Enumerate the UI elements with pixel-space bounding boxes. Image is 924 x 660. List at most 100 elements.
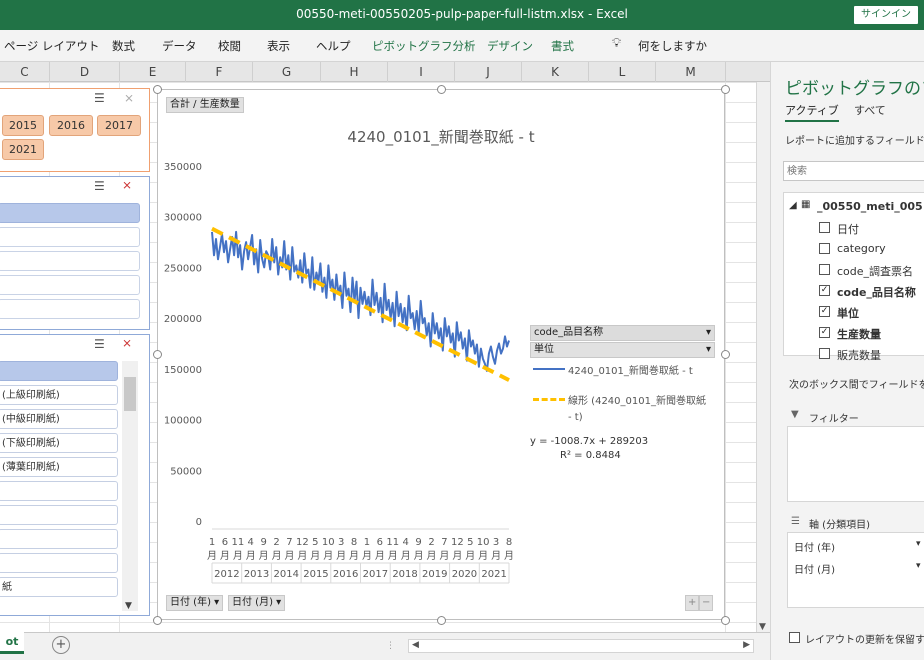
slicer-item[interactable]: (中級印刷紙) xyxy=(0,409,118,429)
slicer-item[interactable] xyxy=(0,299,140,319)
multi-select-icon[interactable]: ☰ xyxy=(94,179,105,193)
slicer-item[interactable] xyxy=(0,481,118,501)
scroll-right-icon[interactable]: ▶ xyxy=(743,640,750,650)
scroll-thumb[interactable] xyxy=(124,377,136,411)
scroll-down-icon[interactable]: ▼ xyxy=(759,622,766,632)
slicer-scrollbar[interactable]: ▼ xyxy=(122,361,138,611)
tab-data[interactable]: データ xyxy=(162,38,197,54)
filter-drop-area[interactable] xyxy=(787,426,924,502)
column-header-j[interactable]: J xyxy=(455,62,522,82)
clear-filter-icon[interactable]: ⨯ xyxy=(124,91,134,105)
slicer-item[interactable] xyxy=(0,227,140,247)
field-label[interactable]: category xyxy=(837,242,886,255)
column-header-h[interactable]: H xyxy=(321,62,388,82)
slicer-item[interactable]: (下級印刷紙) xyxy=(0,433,118,453)
defer-layout-checkbox[interactable] xyxy=(789,632,800,643)
scroll-down-icon[interactable]: ▼ xyxy=(125,601,132,611)
column-header-e[interactable]: E xyxy=(120,62,186,82)
filter-dropdown-icon[interactable]: ▾ xyxy=(706,326,711,340)
slicer-item-2015[interactable]: 2015 xyxy=(2,115,44,136)
zoom-in-button[interactable]: + xyxy=(685,595,700,611)
axis-field-button-month[interactable]: 日付 (月) ▾ xyxy=(228,595,286,611)
resize-handle[interactable] xyxy=(721,616,730,625)
column-header-l[interactable]: L xyxy=(589,62,656,82)
tab-help[interactable]: ヘルプ xyxy=(316,38,351,54)
resize-handle[interactable] xyxy=(721,85,730,94)
column-header-g[interactable]: G xyxy=(253,62,321,82)
horizontal-scrollbar[interactable]: ◀ ▶ xyxy=(408,639,754,653)
signin-button[interactable]: サインイン xyxy=(854,6,918,24)
multi-select-icon[interactable]: ☰ xyxy=(94,91,105,105)
slicer-item-2017[interactable]: 2017 xyxy=(97,115,141,136)
slicer-item[interactable] xyxy=(0,553,118,573)
field-checkbox[interactable]: ✓ xyxy=(819,327,830,338)
legend-field-button[interactable]: code_品目名称 ▾ xyxy=(530,325,715,341)
slicer-middle[interactable]: ☰ ⨯ xyxy=(0,176,150,330)
sheet-tab-active[interactable]: ot xyxy=(0,632,24,654)
slicer-item-2016[interactable]: 2016 xyxy=(49,115,93,136)
column-header-k[interactable]: K xyxy=(522,62,589,82)
tab-format[interactable]: 書式 xyxy=(551,38,574,54)
resize-handle[interactable] xyxy=(437,85,446,94)
lightbulb-icon[interactable]: 💡︎ xyxy=(612,36,621,51)
dropdown-icon[interactable]: ▾ xyxy=(214,597,219,608)
resize-handle[interactable] xyxy=(153,85,162,94)
slicer-item[interactable] xyxy=(0,251,140,271)
tab-formulas[interactable]: 数式 xyxy=(112,38,135,54)
field-label[interactable]: 販売数量 xyxy=(837,347,881,363)
vertical-scrollbar[interactable]: ▼ xyxy=(756,82,770,632)
field-checkbox[interactable] xyxy=(819,348,830,359)
field-checkbox[interactable] xyxy=(819,222,830,233)
field-checkbox[interactable]: ✓ xyxy=(819,285,830,296)
slicer-item[interactable] xyxy=(0,505,118,525)
tell-me-box[interactable]: 何をしますか xyxy=(638,38,707,54)
tab-page-layout[interactable]: ページ レイアウト xyxy=(4,38,99,54)
field-label[interactable]: 生産数量 xyxy=(837,326,881,342)
axis-field-button-year[interactable]: 日付 (年) ▾ xyxy=(166,595,224,611)
axis-item-month[interactable]: 日付 (月) xyxy=(794,561,835,576)
dropdown-icon[interactable]: ▾ xyxy=(916,539,921,549)
field-search-input[interactable] xyxy=(783,161,924,181)
dropdown-icon[interactable]: ▾ xyxy=(276,597,281,608)
dropdown-icon[interactable]: ▾ xyxy=(916,561,921,571)
clear-filter-icon[interactable]: ⨯ xyxy=(122,178,132,192)
field-label[interactable]: 日付 xyxy=(837,221,859,237)
legend-field-button[interactable]: 単位 ▾ xyxy=(530,342,715,358)
tab-review[interactable]: 校閲 xyxy=(218,38,241,54)
slicer-item[interactable]: 紙 xyxy=(0,577,118,597)
zoom-out-button[interactable]: − xyxy=(699,595,714,611)
pivot-chart[interactable]: 合計 / 生産数量 4240_0101_新聞巻取紙 - t 0 50000 10000… xyxy=(153,85,730,625)
collapse-icon[interactable]: ◢ xyxy=(789,200,797,211)
slicer-item[interactable]: (薄葉印刷紙) xyxy=(0,457,118,477)
field-label[interactable]: 単位 xyxy=(837,305,859,321)
resize-handle[interactable] xyxy=(437,616,446,625)
slicer-item[interactable]: (上級印刷紙) xyxy=(0,385,118,405)
slicer-item[interactable] xyxy=(0,203,140,223)
resize-handle[interactable] xyxy=(721,350,730,359)
multi-select-icon[interactable]: ☰ xyxy=(94,337,105,351)
axis-drop-area[interactable]: 日付 (年) ▾ 日付 (月) ▾ xyxy=(787,532,924,608)
slicer-item[interactable] xyxy=(0,361,118,381)
slicer-year[interactable]: ☰ ⨯ 2015 2016 2017 2021 xyxy=(0,88,150,172)
tab-design[interactable]: デザイン xyxy=(487,38,533,54)
field-checkbox[interactable] xyxy=(819,264,830,275)
slicer-item-2021[interactable]: 2021 xyxy=(2,139,44,160)
column-header-d[interactable]: D xyxy=(50,62,120,82)
clear-filter-icon[interactable]: ⨯ xyxy=(122,336,132,350)
slicer-item[interactable] xyxy=(0,529,118,549)
tab-view[interactable]: 表示 xyxy=(267,38,290,54)
resize-handle[interactable] xyxy=(153,350,162,359)
column-header-i[interactable]: I xyxy=(388,62,455,82)
field-checkbox[interactable] xyxy=(819,243,830,254)
field-label[interactable]: code_調査票名 xyxy=(837,263,913,279)
slicer-product[interactable]: ☰ ⨯ (上級印刷紙) (中級印刷紙) (下級印刷紙) (薄葉印刷紙) 紙 ▼ xyxy=(0,334,150,616)
column-header-c[interactable]: C xyxy=(0,62,50,82)
resize-handle[interactable] xyxy=(153,616,162,625)
scroll-left-icon[interactable]: ◀ xyxy=(412,640,419,650)
field-checkbox[interactable]: ✓ xyxy=(819,306,830,317)
tab-all-fields[interactable]: すべて xyxy=(854,102,886,118)
field-label[interactable]: code_品目名称 xyxy=(837,284,916,300)
tab-pivotchart-analyze[interactable]: ピボットグラフ分析 xyxy=(372,38,476,54)
axis-item-year[interactable]: 日付 (年) xyxy=(794,539,835,554)
column-header-m[interactable]: M xyxy=(656,62,726,82)
